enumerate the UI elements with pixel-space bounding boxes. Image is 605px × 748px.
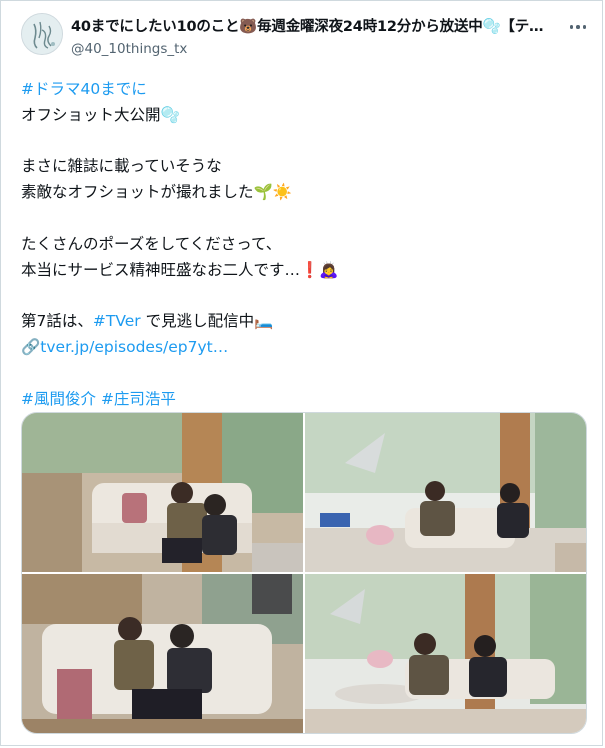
tweet-card: 40までにしたい10のこと🐻毎週金曜深夜24時12分から放送中🫧【テ… @40_… bbox=[0, 0, 603, 746]
tver-link[interactable]: 🔗tver.jp/episodes/ep7yt… bbox=[21, 338, 228, 356]
account-avatar[interactable] bbox=[21, 13, 63, 55]
text-line: オフショット大公開🫧 bbox=[21, 105, 180, 124]
hashtag-kazama[interactable]: #風間俊介 bbox=[21, 390, 96, 408]
hashtag-shoji[interactable]: #庄司浩平 bbox=[101, 390, 176, 408]
hashtag-drama[interactable]: #ドラマ40までに bbox=[21, 80, 147, 98]
text-line: まさに雑誌に載っていそうな bbox=[21, 157, 222, 176]
account-handle[interactable]: @40_10things_tx bbox=[71, 41, 187, 57]
offshot-photo-4[interactable] bbox=[305, 574, 586, 733]
text-line: たくさんのポーズをしてくださって、 bbox=[21, 234, 282, 253]
more-options-icon[interactable] bbox=[566, 19, 590, 35]
offshot-photo-3[interactable] bbox=[22, 574, 303, 733]
offshot-photo-2[interactable] bbox=[305, 413, 586, 572]
tweet-text: #ドラマ40までに オフショット大公開🫧 まさに雑誌に載っていそうな 素敵なオフ… bbox=[21, 77, 581, 412]
offshot-photo-1[interactable] bbox=[22, 413, 303, 572]
text-line: 素敵なオフショットが撮れました🌱☀️ bbox=[21, 183, 293, 202]
text-line: 本当にサービス精神旺盛なお二人です…❗️🙇‍♀️ bbox=[21, 260, 339, 279]
photo-grid bbox=[21, 412, 587, 734]
hashtag-tver[interactable]: #TVer bbox=[93, 312, 141, 330]
episode-suffix: で見逃し配信中🛏️ bbox=[140, 312, 274, 331]
episode-prefix: 第7話は、 bbox=[21, 312, 93, 331]
display-name[interactable]: 40までにしたい10のこと🐻毎週金曜深夜24時12分から放送中🫧【テ… bbox=[71, 15, 561, 35]
